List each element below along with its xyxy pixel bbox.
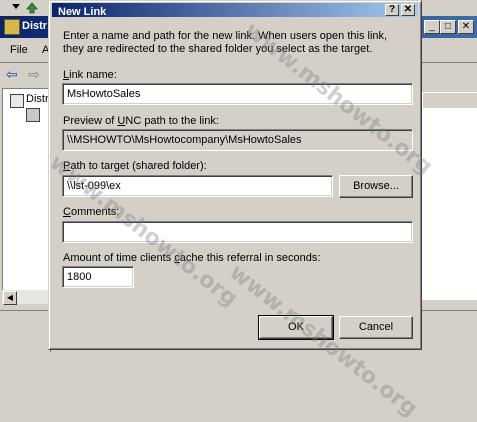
comments-label: Comments: [63,206,120,218]
cache-time-input[interactable] [62,266,134,288]
cache-time-label: Amount of time clients cache this referr… [63,252,321,264]
ok-button[interactable]: OK [258,315,334,340]
dialog-title-bar: New Link [52,3,418,18]
target-path-label: Path to target (shared folder): [63,160,207,172]
help-button[interactable]: ? [385,4,399,16]
menu-file[interactable]: File [10,44,28,56]
link-name-input[interactable] [62,83,413,105]
unc-preview-field [62,129,413,151]
dfs-console-icon [4,19,20,35]
back-arrow-icon[interactable]: ⇦ [6,67,18,81]
background-window-title: Distr [22,20,48,32]
forward-arrow-icon[interactable]: ⇨ [28,67,40,81]
close-button[interactable]: ✕ [458,20,474,34]
dialog-title: New Link [58,6,107,18]
browse-button[interactable]: Browse... [339,175,413,198]
new-link-dialog: New Link ? ✕ Enter a name and path for t… [48,0,422,350]
dialog-close-button[interactable]: ✕ [401,4,415,16]
target-path-input[interactable] [62,175,333,197]
comments-input[interactable] [62,221,413,243]
server-icon [26,108,40,122]
link-name-label: Link name: [63,69,117,81]
tree-item-label[interactable]: Distr [26,93,49,105]
dfs-root-icon [10,94,24,108]
maximize-button[interactable]: □ [440,20,456,34]
cancel-button[interactable]: Cancel [339,316,413,339]
unc-preview-label: Preview of UNC path to the link: [63,115,219,127]
details-pane [422,108,477,300]
dialog-description: Enter a name and path for the new link. … [63,30,388,55]
chevron-down-icon[interactable] [12,4,20,9]
minimize-button[interactable]: _ [424,20,440,34]
scroll-left-button[interactable]: ◀ [3,291,17,305]
up-folder-icon[interactable] [26,2,38,14]
